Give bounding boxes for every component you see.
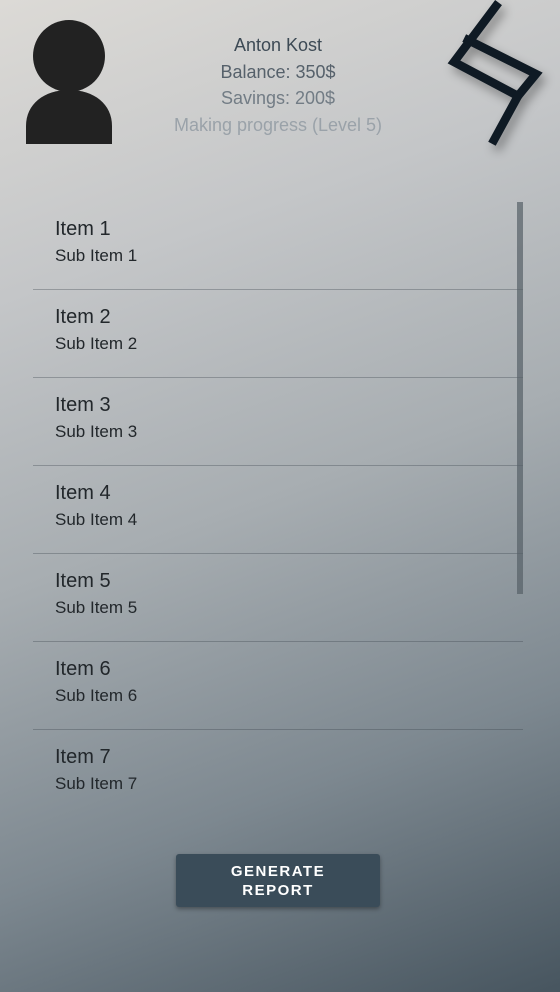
list-item-subtitle: Sub Item 3 xyxy=(55,422,138,441)
profile-balance: Balance: 350$ xyxy=(220,61,336,82)
profile-savings: Savings: 200$ xyxy=(220,88,336,108)
list-item-title: Item 4 xyxy=(55,482,111,504)
list-item[interactable]: Item 2 Sub Item 2 xyxy=(33,290,523,378)
list-item-title: Item 7 xyxy=(55,746,111,768)
brand-logo-icon xyxy=(447,0,543,146)
list-item-subtitle: Sub Item 2 xyxy=(55,334,138,353)
list-item-title: Item 2 xyxy=(55,306,111,328)
items-list[interactable]: Item 1 Sub Item 1 Item 2 Sub Item 2 Item… xyxy=(33,202,523,820)
list-item-title: Item 3 xyxy=(55,394,111,416)
list-item-title: Item 6 xyxy=(55,658,111,680)
list-item-subtitle: Sub Item 7 xyxy=(55,774,138,793)
user-avatar-icon[interactable] xyxy=(22,18,116,146)
profile-name: Anton Kost xyxy=(233,35,323,55)
list-item-subtitle: Sub Item 1 xyxy=(55,246,138,265)
list-item[interactable]: Item 4 Sub Item 4 xyxy=(33,466,523,554)
list-item[interactable]: Item 6 Sub Item 6 xyxy=(33,642,523,730)
list-item-subtitle: Sub Item 4 xyxy=(55,510,138,529)
list-scrollbar[interactable] xyxy=(517,202,523,594)
profile-progress-level: Making progress (Level 5) xyxy=(173,114,383,135)
list-item[interactable]: Item 3 Sub Item 3 xyxy=(33,378,523,466)
list-item-title: Item 1 xyxy=(55,218,111,240)
profile-info: Anton Kost Balance: 350$ Savings: 200$ M… xyxy=(140,32,416,138)
generate-report-button[interactable]: GENERATE REPORT xyxy=(176,854,380,907)
list-item[interactable]: Item 5 Sub Item 5 xyxy=(33,554,523,642)
list-item[interactable]: Item 1 Sub Item 1 xyxy=(33,202,523,290)
list-item-subtitle: Sub Item 6 xyxy=(55,686,138,705)
list-item-subtitle: Sub Item 5 xyxy=(55,598,138,617)
list-item-title: Item 5 xyxy=(55,570,111,592)
list-item[interactable]: Item 7 Sub Item 7 xyxy=(33,730,523,818)
